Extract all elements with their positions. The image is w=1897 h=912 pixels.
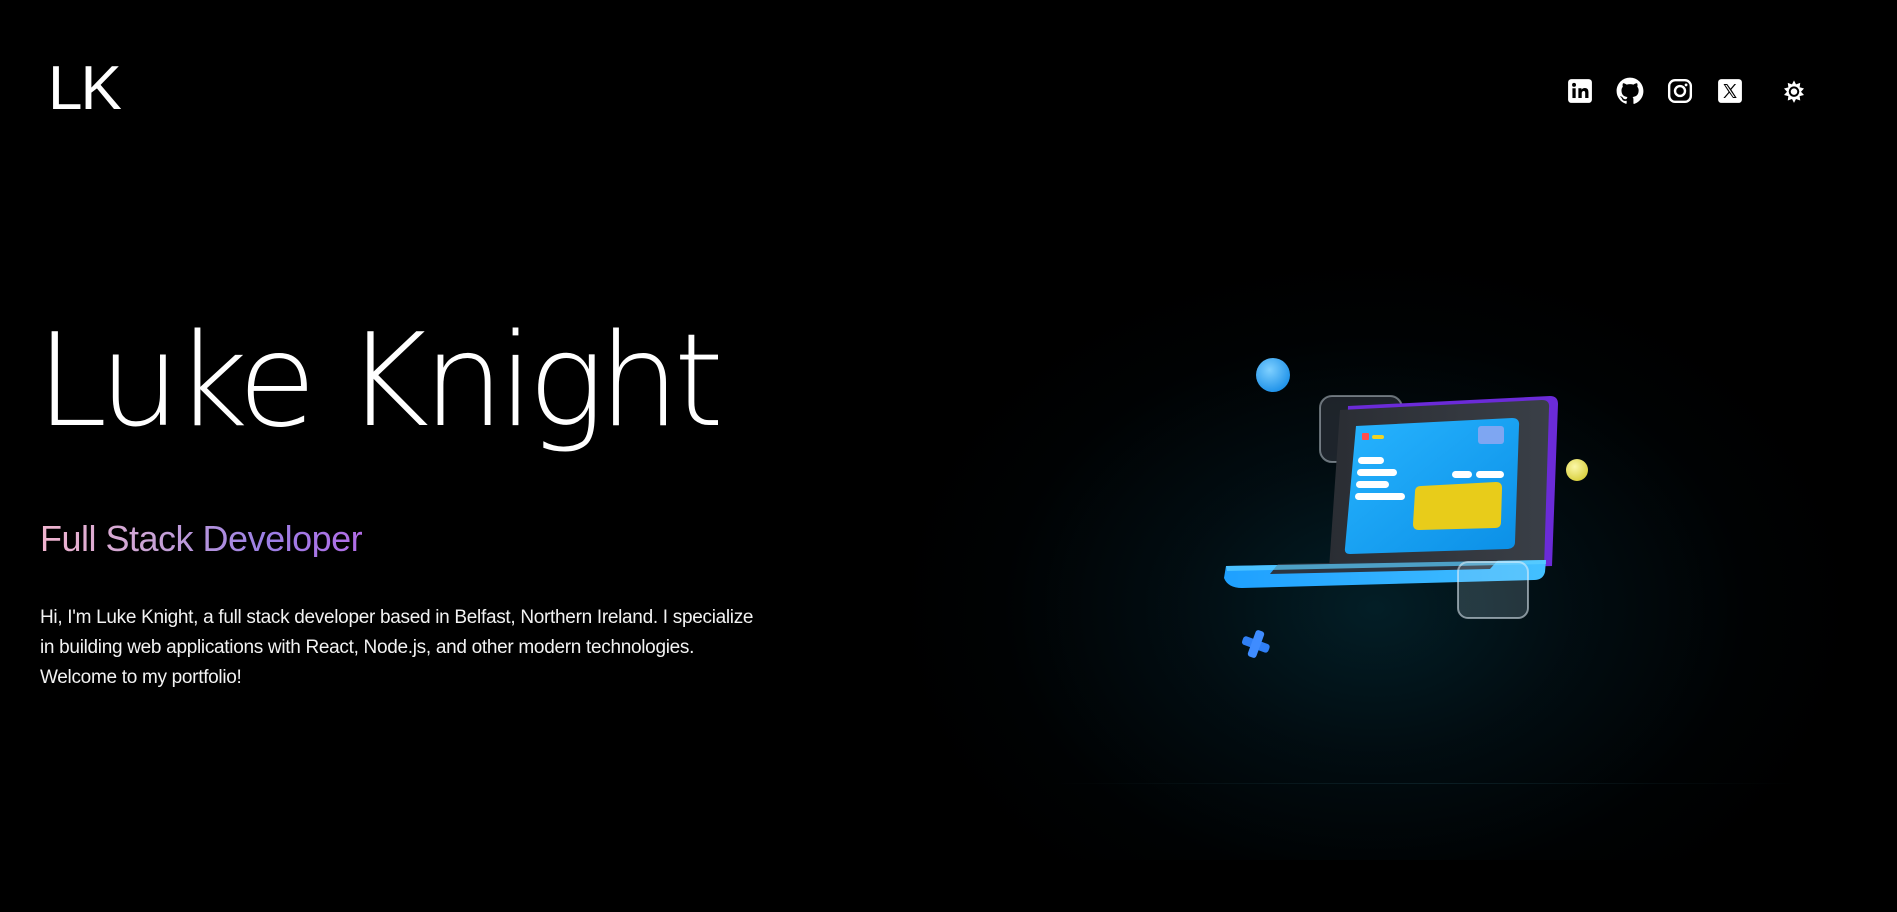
social-links — [1566, 77, 1808, 105]
hero-role: Full Stack Developer — [40, 518, 363, 559]
hero-intro: Hi, I'm Luke Knight, a full stack develo… — [40, 607, 754, 688]
site-logo[interactable]: LK — [48, 58, 122, 120]
hero-name: Luke Knight — [36, 307, 724, 456]
page: LK Luke Knight Full Stack Developer Hi, … — [0, 0, 1897, 912]
github-icon — [1616, 77, 1644, 105]
github-link[interactable] — [1616, 77, 1644, 105]
x-link[interactable] — [1716, 77, 1744, 105]
instagram-link[interactable] — [1666, 77, 1694, 105]
glow-divider — [1050, 783, 1800, 784]
theme-toggle-button[interactable] — [1780, 77, 1808, 105]
sun-icon — [1779, 76, 1809, 106]
laptop-illustration — [1200, 340, 1620, 670]
instagram-icon — [1667, 78, 1693, 104]
linkedin-link[interactable] — [1566, 77, 1594, 105]
x-icon — [1717, 78, 1743, 104]
linkedin-icon — [1567, 78, 1593, 104]
